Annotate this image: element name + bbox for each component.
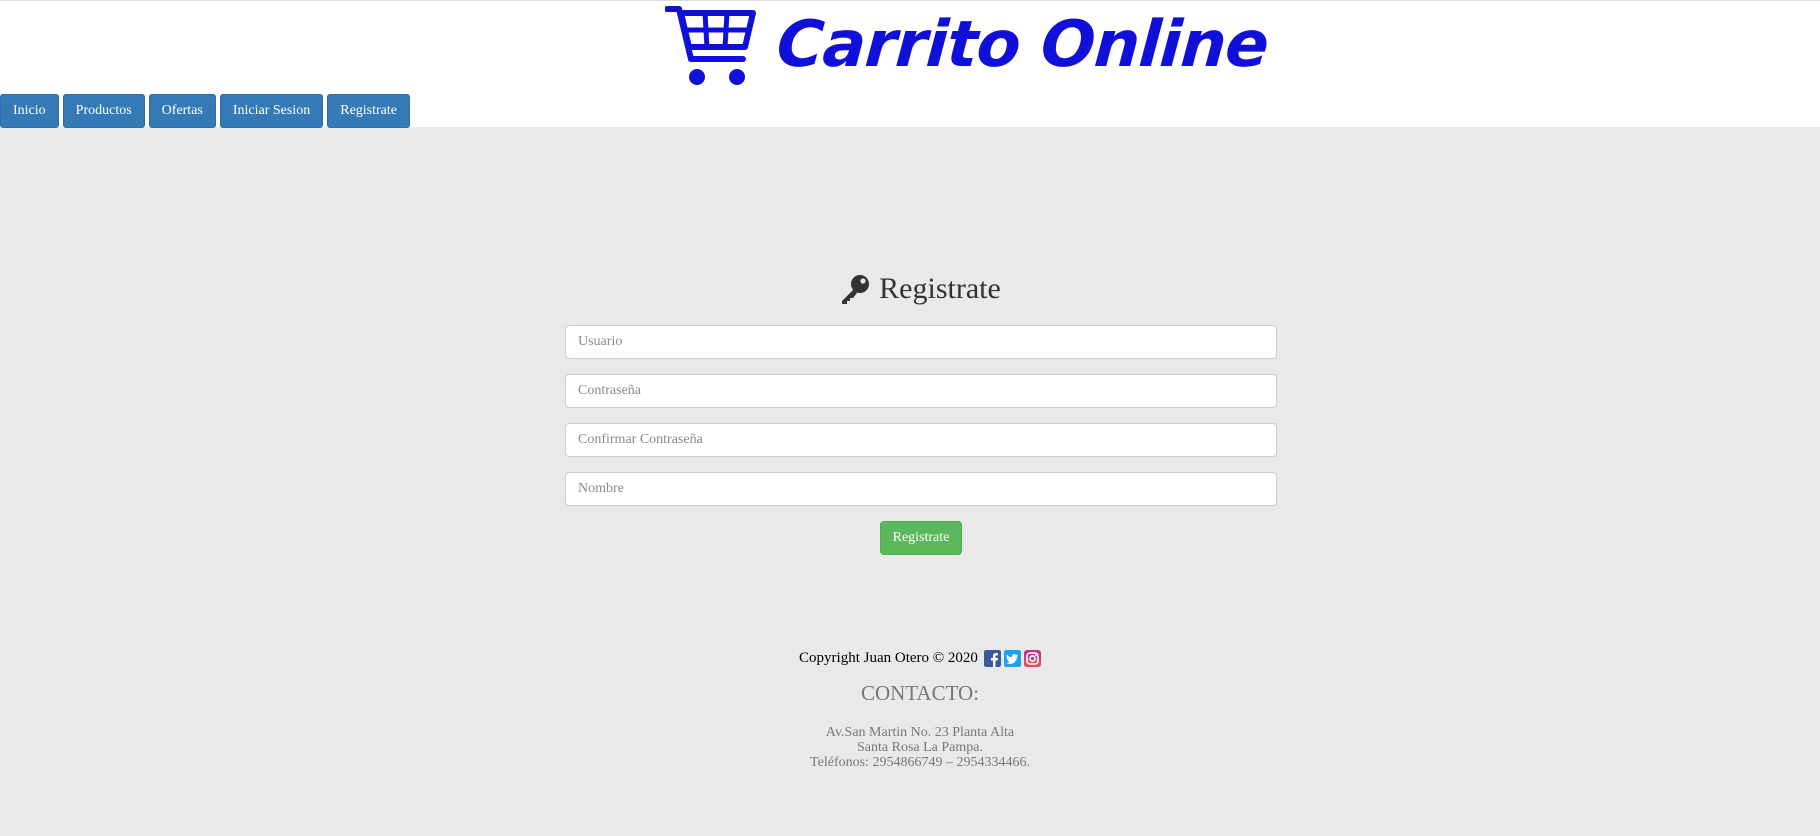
form-title-text: Registrate — [879, 272, 1001, 305]
address-line-1: Av.San Martin No. 23 Planta Alta — [825, 725, 1015, 740]
nav-iniciar-sesion[interactable]: Iniciar Sesion — [219, 94, 324, 128]
phones-line: Teléfonos: 2954866749 – 2954334466. — [810, 755, 1030, 770]
page-title: Registrate — [0, 272, 1820, 306]
contact-info: Av.San Martin No. 23 Planta Alta Santa R… — [0, 725, 1820, 770]
site-header: Carrito Online Inicio Productos Ofertas … — [0, 0, 1820, 128]
key-icon — [842, 275, 870, 304]
social-links — [983, 650, 1041, 667]
address-line-2: Santa Rosa La Pampa. — [857, 740, 983, 755]
instagram-icon[interactable] — [1023, 650, 1041, 667]
brand-logo[interactable]: Carrito Online — [665, 3, 1271, 87]
confirmar-contrasena-input[interactable] — [565, 423, 1277, 457]
copyright-text: Copyright Juan Otero © 2020 — [799, 650, 978, 666]
nav-productos[interactable]: Productos — [62, 94, 145, 128]
brand-name: Carrito Online — [774, 8, 1271, 82]
nav-inicio[interactable]: Inicio — [0, 94, 59, 128]
site-footer: Copyright Juan Otero © 2020 CONTACTO: Av… — [0, 650, 1820, 770]
shopping-cart-icon — [665, 6, 756, 85]
twitter-icon[interactable] — [1003, 650, 1021, 667]
nav-ofertas[interactable]: Ofertas — [148, 94, 216, 128]
copyright: Copyright Juan Otero © 2020 — [0, 650, 1820, 667]
nombre-input[interactable] — [565, 472, 1277, 506]
contact-heading: CONTACTO: — [860, 681, 980, 705]
facebook-icon[interactable] — [983, 650, 1001, 667]
nav-registrate[interactable]: Registrate — [327, 94, 410, 128]
contrasena-input[interactable] — [565, 374, 1277, 408]
registrate-submit-button[interactable]: Registrate — [880, 521, 962, 555]
usuario-input[interactable] — [565, 325, 1277, 359]
main-nav: Inicio Productos Ofertas Iniciar Sesion … — [0, 94, 410, 128]
